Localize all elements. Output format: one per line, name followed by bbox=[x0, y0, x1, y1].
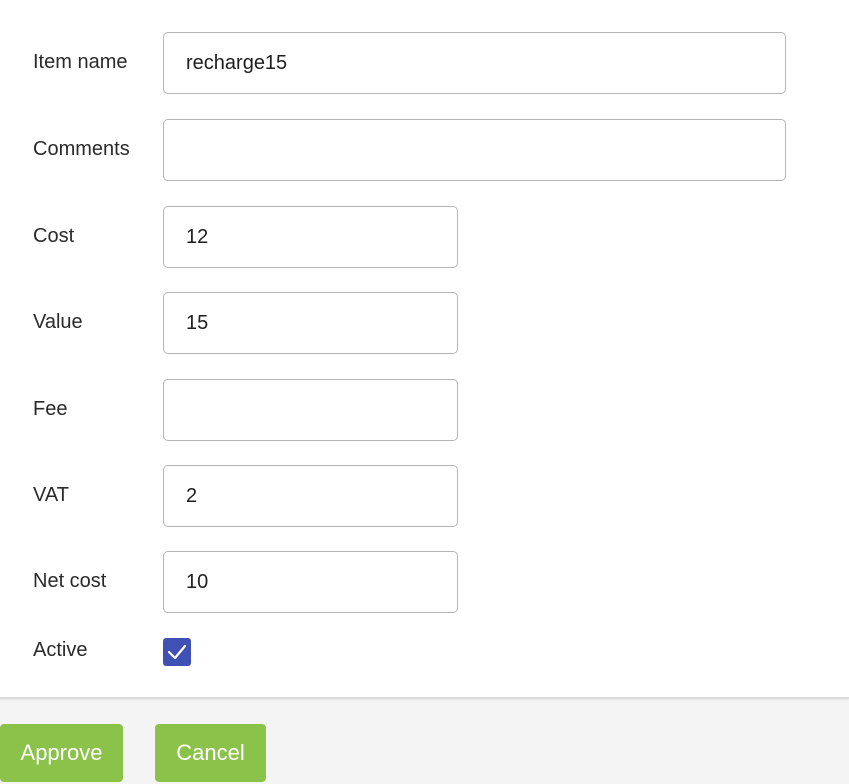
checkmark-icon bbox=[167, 644, 187, 660]
vat-input[interactable] bbox=[163, 465, 458, 527]
net-cost-label: Net cost bbox=[33, 570, 107, 592]
item-name-input[interactable] bbox=[163, 32, 786, 94]
value-label: Value bbox=[33, 311, 83, 333]
net-cost-input[interactable] bbox=[163, 551, 458, 613]
active-label: Active bbox=[33, 639, 88, 661]
comments-label: Comments bbox=[33, 138, 130, 160]
fee-input[interactable] bbox=[163, 379, 458, 441]
comments-input[interactable] bbox=[163, 119, 786, 181]
approve-button[interactable]: Approve bbox=[0, 724, 123, 782]
fee-label: Fee bbox=[33, 398, 68, 420]
value-input[interactable] bbox=[163, 292, 458, 354]
item-form: Item name Comments Cost Value Fee VAT Ne… bbox=[0, 0, 849, 699]
item-name-label: Item name bbox=[33, 51, 128, 73]
cost-label: Cost bbox=[33, 225, 75, 247]
cancel-button[interactable]: Cancel bbox=[155, 724, 266, 782]
vat-label: VAT bbox=[33, 484, 69, 506]
cost-input[interactable] bbox=[163, 206, 458, 268]
active-checkbox[interactable] bbox=[163, 638, 191, 666]
